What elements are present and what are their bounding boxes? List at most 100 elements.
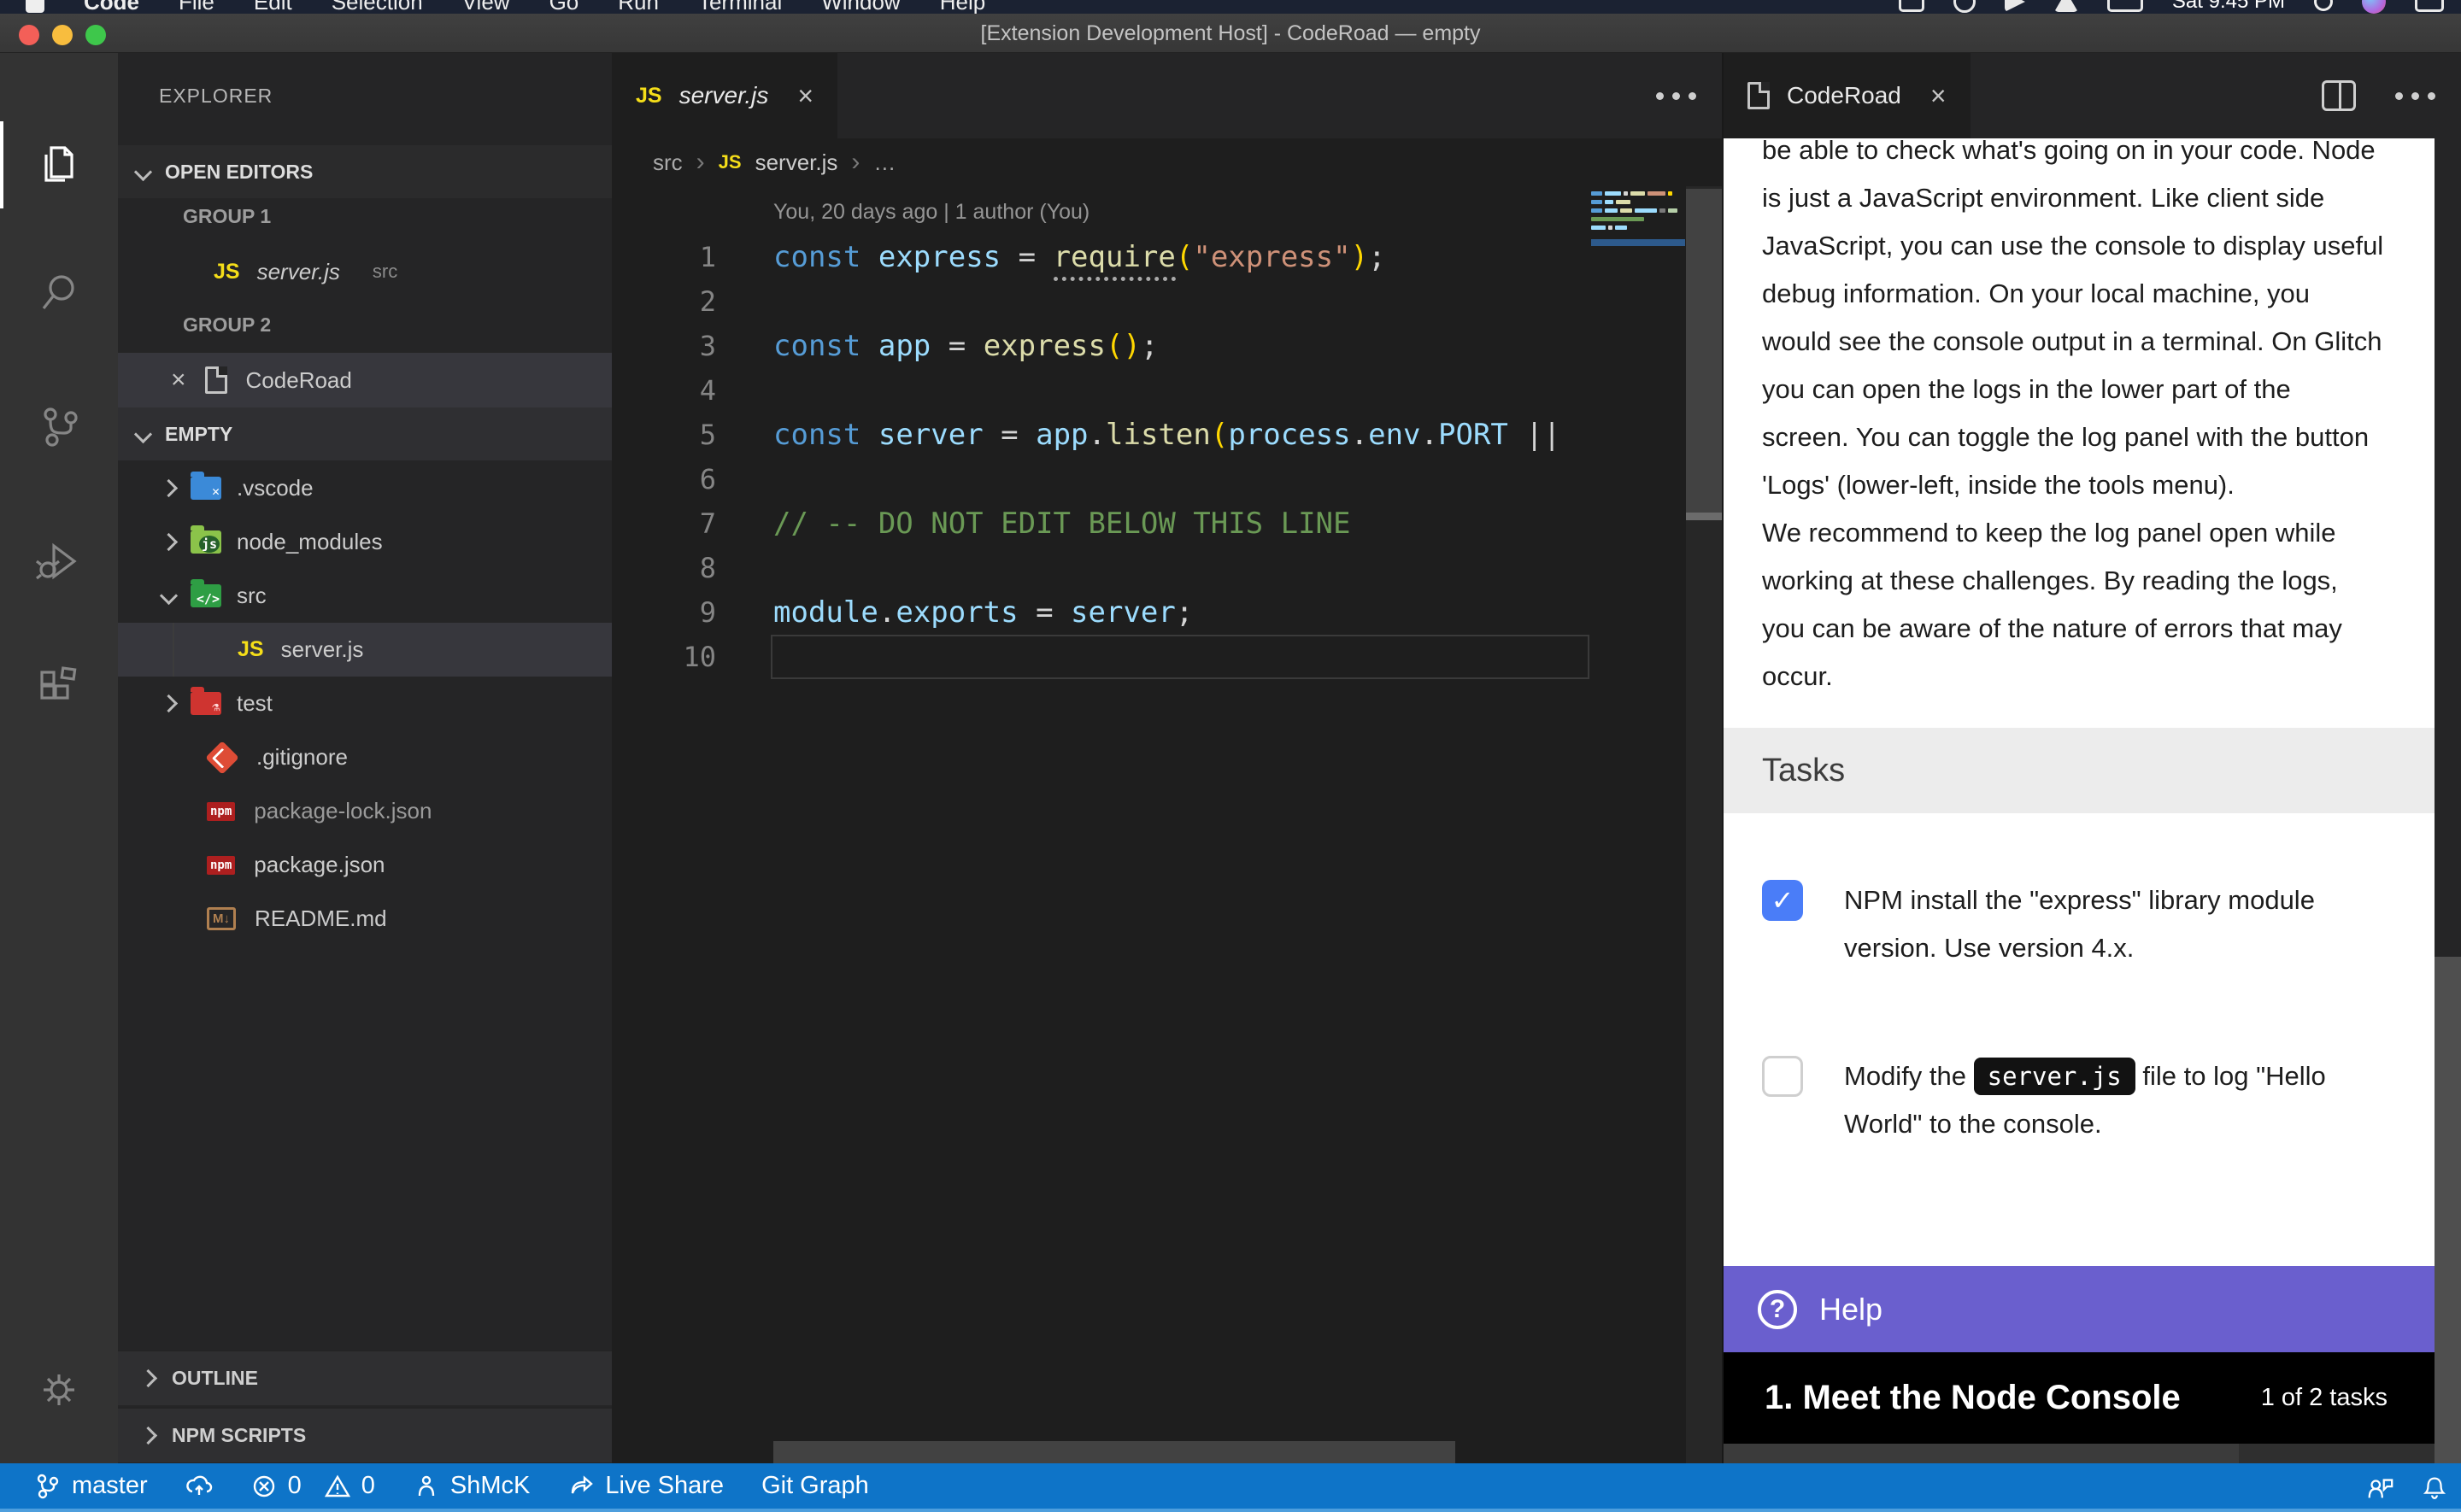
task-item-1: ✓ NPM install the "express" library modu… [1762, 876, 2411, 972]
task-item-2: Modify the server.js file to log "HelloW… [1762, 1052, 2411, 1148]
menu-item-window[interactable]: Window [821, 0, 900, 14]
outline-section-header[interactable]: OUTLINE [118, 1350, 612, 1405]
more-actions-icon[interactable] [2395, 92, 2435, 100]
breadcrumb-symbol[interactable]: … [873, 149, 896, 176]
control-center-icon[interactable] [2415, 0, 2444, 12]
task-checkbox-unchecked[interactable] [1762, 1056, 1803, 1097]
close-tab-icon[interactable]: × [1930, 83, 1947, 108]
minimap[interactable] [1591, 191, 1685, 439]
extensions-icon[interactable] [0, 641, 118, 735]
tree-item-vscode[interactable]: ✕ .vscode [118, 461, 612, 515]
code-line[interactable]: 10 [612, 635, 1722, 679]
tree-item-serverjs[interactable]: JS server.js [118, 623, 612, 677]
vertical-scrollbar[interactable] [1686, 186, 1722, 1463]
feedback-icon[interactable] [2365, 1474, 2394, 1503]
menu-item-view[interactable]: View [462, 0, 510, 14]
npm-scripts-section-header[interactable]: NPM SCRIPTS [118, 1407, 612, 1462]
horizontal-scrollbar[interactable] [773, 1441, 1455, 1463]
line-number[interactable]: 7 [612, 507, 716, 540]
line-number[interactable]: 1 [612, 241, 716, 273]
code-line[interactable]: 7// -- DO NOT EDIT BELOW THIS LINE [612, 501, 1722, 546]
menu-item-code[interactable]: Code [84, 0, 139, 14]
status-bar: master 0 0 ShMcK Live Share Git Graph [0, 1463, 2461, 1512]
explorer-icon[interactable] [0, 118, 118, 212]
account-item[interactable]: ShMcK [394, 1462, 549, 1510]
status-icon-battery[interactable] [2107, 0, 2143, 12]
src-folder-icon: </> [191, 584, 221, 607]
code-text: const server = app.listen(process.env.PO… [773, 418, 1560, 452]
tab-coderoad[interactable]: CodeRoad × [1724, 53, 1971, 138]
menu-item-terminal[interactable]: Terminal [698, 0, 782, 14]
menu-item-file[interactable]: File [179, 0, 214, 14]
folder-section-header[interactable]: EMPTY [118, 407, 612, 460]
line-number[interactable]: 9 [612, 596, 716, 629]
tree-item-test[interactable]: ⚗ test [118, 677, 612, 730]
menu-item-selection[interactable]: Selection [332, 0, 423, 14]
spotlight-icon[interactable] [2314, 0, 2333, 11]
code-editor[interactable]: You, 20 days ago | 1 author (You) 1const… [612, 186, 1722, 1463]
run-debug-icon[interactable] [0, 514, 118, 608]
line-number[interactable]: 6 [612, 463, 716, 495]
open-editors-label: OPEN EDITORS [165, 161, 313, 184]
git-branch-item[interactable]: master [15, 1462, 167, 1510]
editor-group-2-label: GROUP 2 [118, 298, 612, 351]
source-control-icon[interactable] [0, 379, 118, 473]
webview-scrollbar[interactable] [2435, 138, 2461, 1444]
line-number[interactable]: 10 [612, 641, 716, 673]
status-icon-shield[interactable] [1953, 0, 1976, 13]
chevron-right-icon [139, 1369, 157, 1387]
menu-item-run[interactable]: Run [618, 0, 659, 14]
line-number[interactable]: 2 [612, 285, 716, 318]
code-line[interactable]: 9module.exports = server; [612, 590, 1722, 635]
open-editor-serverjs[interactable]: JS server.js src [118, 245, 612, 298]
notifications-bell-icon[interactable] [2420, 1474, 2449, 1503]
tree-item-readme[interactable]: M↓ README.md [118, 892, 612, 946]
breadcrumb-file[interactable]: server.js [755, 149, 838, 176]
line-number[interactable]: 4 [612, 374, 716, 407]
sync-changes-item[interactable] [167, 1462, 232, 1510]
status-icon-airplay[interactable] [2054, 0, 2078, 12]
tree-item-node-modules[interactable]: js node_modules [118, 515, 612, 569]
help-bar[interactable]: ? Help [1724, 1266, 2435, 1352]
line-number[interactable]: 5 [612, 419, 716, 451]
scrollbar-thumb[interactable] [1686, 189, 1722, 517]
coderoad-panel: CodeRoad × be able to check what's going… [1722, 53, 2461, 1463]
scrollbar-thumb[interactable] [2435, 957, 2461, 1444]
search-icon[interactable] [0, 244, 118, 338]
line-number[interactable]: 8 [612, 552, 716, 584]
code-line[interactable]: 6 [612, 457, 1722, 501]
code-line[interactable]: 2 [612, 279, 1722, 324]
tree-item-package-lock[interactable]: npm package-lock.json [118, 784, 612, 838]
live-share-item[interactable]: Live Share [549, 1462, 743, 1510]
split-editor-icon[interactable] [2322, 80, 2356, 111]
apple-menu-icon[interactable] [26, 0, 44, 13]
tree-item-package-json[interactable]: npm package.json [118, 838, 612, 892]
code-line[interactable]: 5 const server = app.listen(process.env.P… [612, 413, 1722, 457]
tree-item-label: server.js [281, 636, 364, 663]
tree-item-src[interactable]: </> src [118, 569, 612, 623]
open-editor-coderoad[interactable]: × CodeRoad [118, 353, 612, 407]
code-line[interactable]: 8 [612, 546, 1722, 590]
codelens-annotation[interactable]: You, 20 days ago | 1 author (You) [773, 200, 1090, 225]
siri-icon[interactable] [2362, 0, 2386, 14]
close-tab-icon[interactable]: × [797, 83, 813, 108]
code-line[interactable]: 4 [612, 368, 1722, 413]
code-line[interactable]: 3const app = express(); [612, 324, 1722, 368]
status-icon-display[interactable] [1899, 0, 1924, 12]
menu-item-go[interactable]: Go [549, 0, 579, 14]
settings-gear-icon[interactable] [0, 1343, 118, 1437]
breadcrumb-src[interactable]: src [653, 149, 683, 176]
line-number[interactable]: 3 [612, 330, 716, 362]
status-icon-play[interactable] [2005, 0, 2025, 12]
menu-item-edit[interactable]: Edit [254, 0, 292, 14]
task-checkbox-checked[interactable]: ✓ [1762, 880, 1803, 921]
more-actions-icon[interactable] [1656, 92, 1696, 100]
code-line[interactable]: 1const express = require("express"); [612, 235, 1722, 279]
git-graph-item[interactable]: Git Graph [743, 1462, 888, 1510]
close-icon[interactable]: × [171, 367, 186, 393]
menubar-clock[interactable]: Sat 9:45 PM [2172, 0, 2285, 14]
menu-item-help[interactable]: Help [940, 0, 985, 14]
problems-item[interactable]: 0 0 [232, 1462, 394, 1510]
tab-serverjs[interactable]: JS server.js × [612, 53, 837, 138]
tree-item-gitignore[interactable]: .gitignore [118, 730, 612, 784]
